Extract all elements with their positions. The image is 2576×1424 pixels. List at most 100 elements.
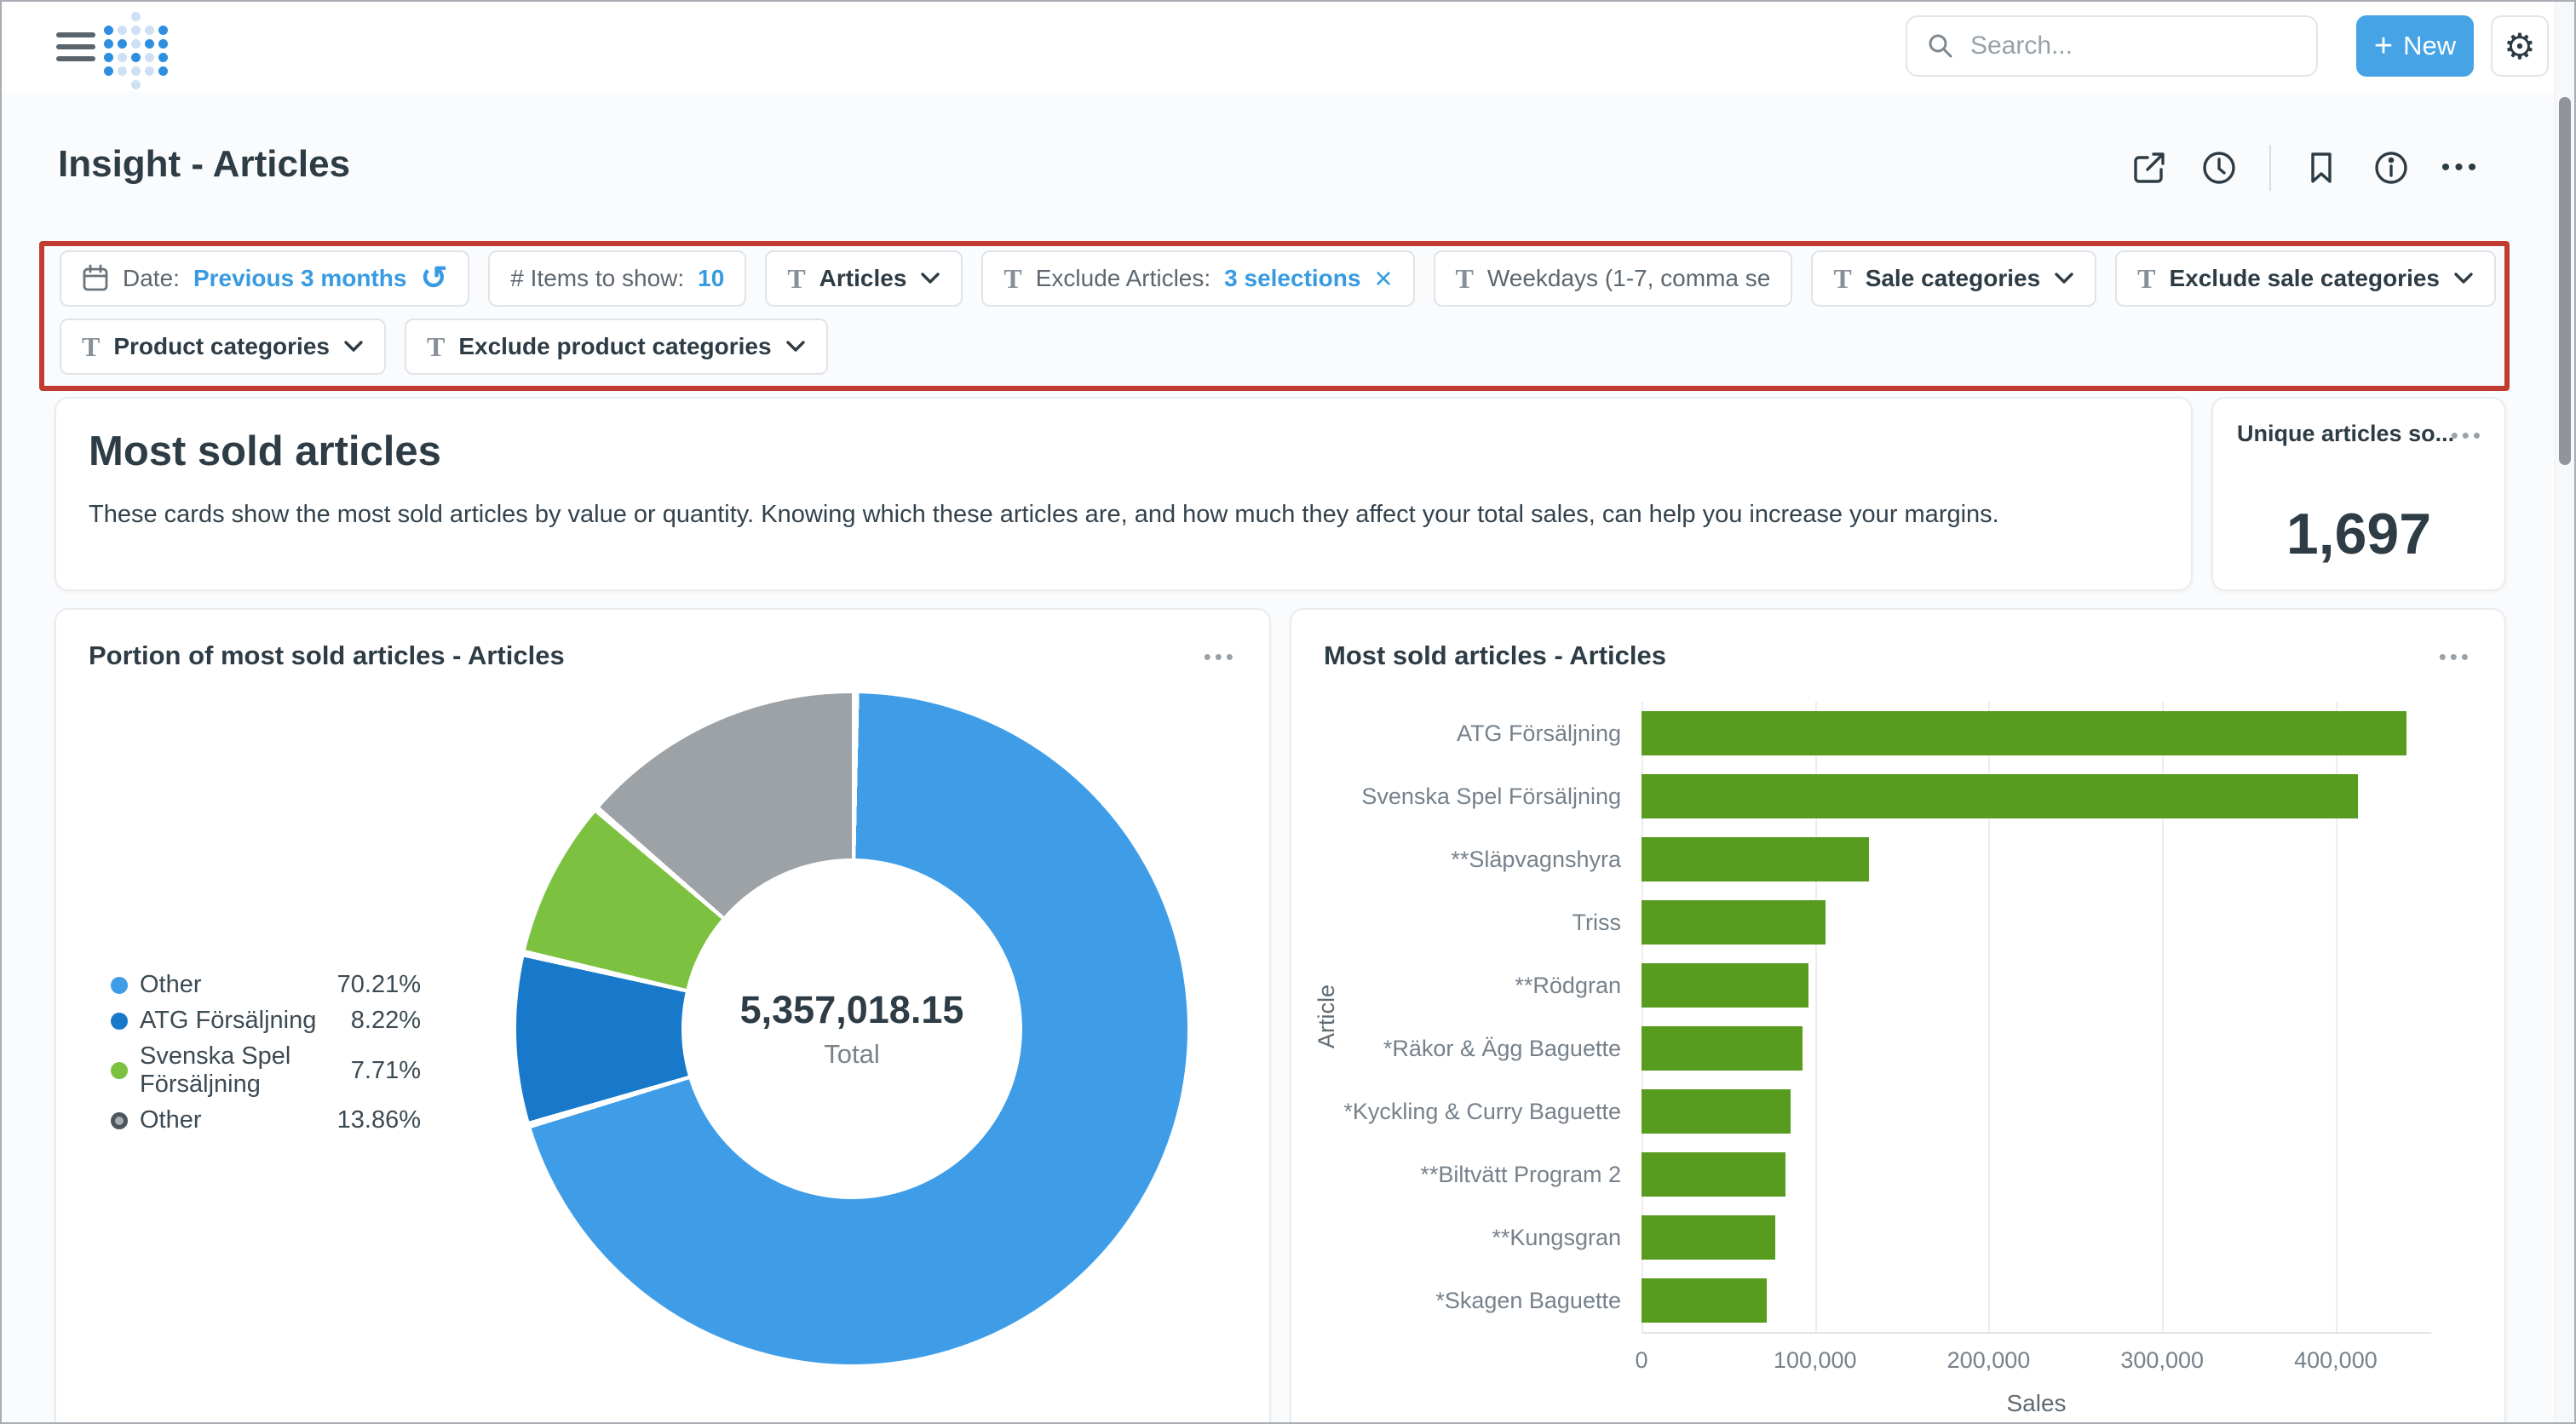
legend-percent: 8.22%: [351, 1007, 421, 1035]
clock-history-icon[interactable]: [2199, 148, 2239, 187]
filter-exclude-product-categories[interactable]: T Exclude product categories: [405, 319, 828, 375]
legend-item[interactable]: Other13.86%: [111, 1106, 421, 1134]
summary-title: Most sold articles: [89, 428, 2159, 475]
filter-exclude-articles[interactable]: T Exclude Articles: 3 selections ×: [981, 250, 1414, 307]
legend-label: Other: [140, 1106, 337, 1134]
filter-value: 3 selections: [1224, 265, 1360, 292]
text-filter-icon: T: [1003, 263, 1021, 295]
bar-category-label: **Rödgran: [1308, 954, 1621, 1017]
legend-item[interactable]: Other70.21%: [111, 971, 421, 999]
chevron-down-icon: [920, 272, 940, 285]
filter-label: Sale categories: [1866, 265, 2040, 292]
scrollbar-track: [2555, 2, 2574, 1422]
donut-hole: 5,357,018.15 Total: [681, 858, 1022, 1199]
calendar-icon: [82, 264, 109, 293]
bar-category-label: **Kungsgran: [1308, 1206, 1621, 1269]
text-filter-icon: T: [1833, 263, 1851, 295]
bar[interactable]: [1642, 1152, 1785, 1197]
unique-articles-value: 1,697: [2213, 501, 2504, 567]
bar[interactable]: [1642, 1278, 1767, 1323]
filter-label: Exclude Articles:: [1036, 265, 1210, 292]
donut-legend: Other70.21%ATG Försäljning8.22%Svenska S…: [111, 971, 421, 1134]
share-export-icon[interactable]: [2130, 148, 2169, 187]
bar[interactable]: [1642, 1026, 1803, 1071]
dashboard-actions: •••: [2130, 145, 2481, 191]
filter-label: Date:: [123, 265, 180, 292]
scrollbar-thumb[interactable]: [2559, 97, 2571, 465]
gear-icon: ⚙: [2504, 26, 2536, 67]
search-box[interactable]: [1906, 15, 2318, 77]
search-icon: [1926, 32, 1955, 60]
reset-filter-icon[interactable]: ↺: [420, 262, 447, 295]
bar-chart-title: Most sold articles - Articles: [1324, 640, 1666, 671]
bar-plot-area: [1642, 702, 2431, 1334]
legend-dot: [111, 977, 128, 994]
bar[interactable]: [1642, 774, 2358, 818]
bookmark-icon[interactable]: [2302, 148, 2341, 187]
bar-category-label: *Räkor & Ägg Baguette: [1308, 1017, 1621, 1080]
text-filter-icon: T: [82, 331, 100, 363]
actions-divider: [2269, 145, 2271, 191]
bar-category-label: **Biltvätt Program 2: [1308, 1143, 1621, 1206]
donut-chart[interactable]: 5,357,018.15 Total: [516, 693, 1187, 1364]
filter-articles[interactable]: TArticles: [765, 250, 963, 307]
card-menu-icon[interactable]: •••: [2451, 422, 2484, 449]
hamburger-menu-icon[interactable]: [56, 32, 95, 61]
bar-category-labels: ATG FörsäljningSvenska Spel Försäljning*…: [1308, 702, 1631, 1332]
search-input[interactable]: [1969, 31, 2301, 61]
x-axis-label: Sales: [1642, 1390, 2431, 1417]
text-filter-icon: T: [427, 331, 445, 363]
bar-category-label: ATG Försäljning: [1308, 702, 1621, 765]
bar-category-label: *Skagen Baguette: [1308, 1269, 1621, 1332]
legend-dot: [111, 1062, 128, 1079]
donut-chart-card: Portion of most sold articles - Articles…: [55, 608, 1271, 1424]
summary-card: Most sold articles These cards show the …: [55, 397, 2193, 591]
legend-label: Other: [140, 971, 337, 999]
x-tick-label: 0: [1635, 1347, 1647, 1374]
filter-label: # Items to show:: [510, 265, 684, 292]
bar[interactable]: [1642, 963, 1808, 1008]
bar[interactable]: [1642, 1089, 1791, 1134]
bar[interactable]: [1642, 1215, 1775, 1260]
legend-item[interactable]: Svenska Spel Försäljning7.71%: [111, 1042, 421, 1099]
filter-date[interactable]: Date:Previous 3 months↺: [60, 250, 469, 307]
filter-sale-categories[interactable]: T Sale categories: [1811, 250, 2096, 307]
filter-label: Articles: [819, 265, 907, 292]
summary-description: These cards show the most sold articles …: [89, 501, 2159, 529]
legend-label: ATG Försäljning: [140, 1007, 351, 1035]
legend-dot: [111, 1112, 128, 1129]
filter-weekdays[interactable]: TWeekdays (1-7, comma se: [1434, 250, 1793, 307]
chevron-down-icon: [785, 340, 806, 353]
bar[interactable]: [1642, 900, 1826, 945]
card-menu-icon[interactable]: •••: [2439, 644, 2472, 670]
plus-icon: +: [2374, 30, 2393, 62]
new-button-label: New: [2403, 31, 2456, 61]
bar-chart-card: Most sold articles - Articles ••• Articl…: [1290, 608, 2506, 1424]
card-menu-icon[interactable]: •••: [1204, 644, 1237, 670]
app-window: + New ⚙ Insight - Articles: [0, 0, 2576, 1424]
filter-items-to-show[interactable]: # Items to show:10: [488, 250, 746, 307]
chevron-down-icon: [343, 340, 364, 353]
text-filter-icon: T: [1456, 263, 1474, 295]
more-actions-icon[interactable]: •••: [2441, 148, 2481, 187]
page-title: Insight - Articles: [58, 143, 350, 186]
filter-product-categories[interactable]: TProduct categories: [60, 319, 386, 375]
legend-dot: [111, 1013, 128, 1030]
bar[interactable]: [1642, 837, 1869, 881]
bar[interactable]: [1642, 711, 2406, 755]
clear-filter-icon[interactable]: ×: [1374, 263, 1392, 294]
chevron-down-icon: [2453, 272, 2474, 285]
new-button[interactable]: + New: [2356, 15, 2474, 77]
settings-button[interactable]: ⚙: [2491, 15, 2549, 77]
info-icon[interactable]: [2372, 148, 2411, 187]
app-logo[interactable]: [104, 12, 170, 91]
bar-category-label: *Kyckling & Curry Baguette: [1308, 1080, 1621, 1143]
unique-card-title: Unique articles so...: [2237, 421, 2454, 446]
filter-label: Exclude product categories: [458, 333, 771, 360]
x-tick-label: 400,000: [2294, 1347, 2378, 1374]
legend-label: Svenska Spel Försäljning: [140, 1042, 351, 1099]
legend-item[interactable]: ATG Försäljning8.22%: [111, 1007, 421, 1035]
filter-exclude-sale-categories[interactable]: TExclude sale categories: [2115, 250, 2496, 307]
text-filter-icon: T: [2137, 263, 2155, 295]
x-tick-label: 300,000: [2120, 1347, 2204, 1374]
